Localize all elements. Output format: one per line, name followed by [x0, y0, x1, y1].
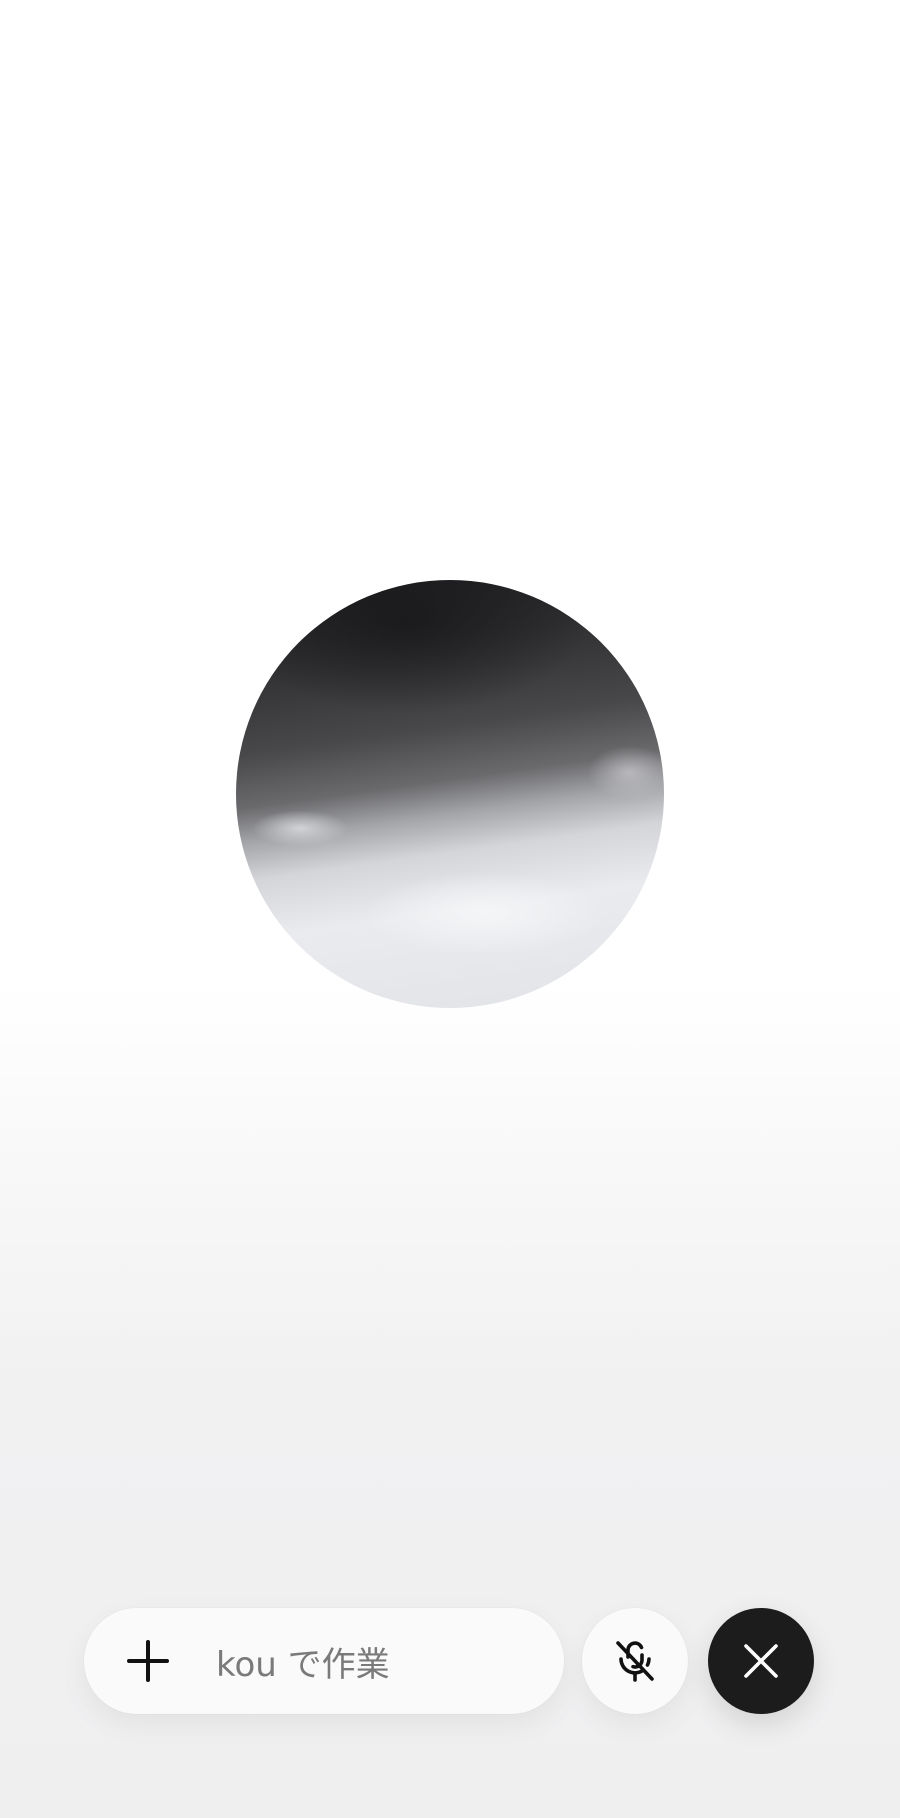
- add-button[interactable]: [118, 1631, 178, 1691]
- end-session-button[interactable]: [708, 1608, 814, 1714]
- composer-placeholder[interactable]: kou で作業: [216, 1637, 390, 1686]
- plus-icon: [127, 1640, 169, 1682]
- mute-mic-button[interactable]: [582, 1608, 688, 1714]
- voice-controls-bar: kou で作業: [0, 1608, 900, 1716]
- composer-pill[interactable]: kou で作業: [84, 1608, 564, 1714]
- mic-off-icon: [616, 1641, 654, 1682]
- close-icon: [744, 1644, 778, 1678]
- voice-orb: [236, 580, 664, 1008]
